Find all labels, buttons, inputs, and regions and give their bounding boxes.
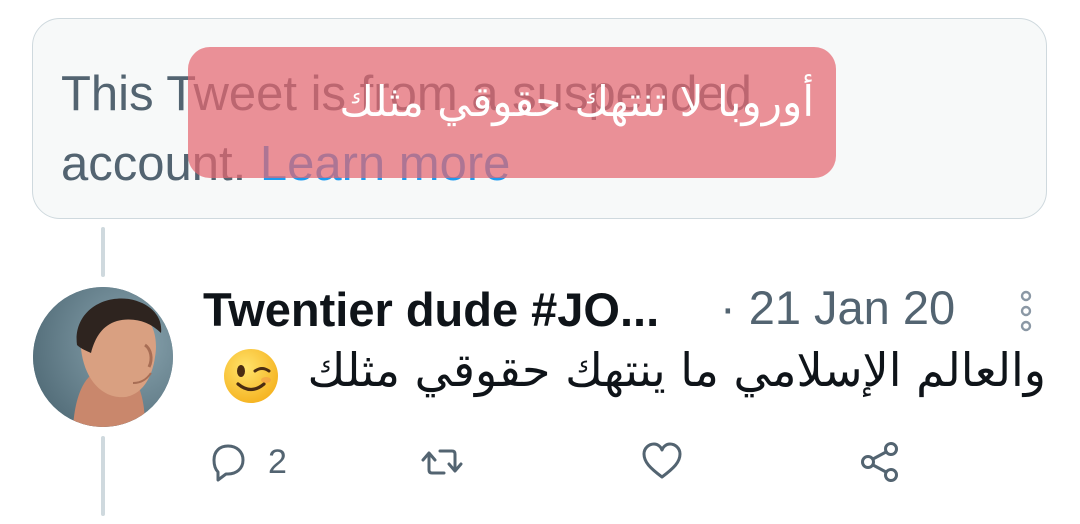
author-name[interactable]: Twentier dude #JO...: [203, 282, 659, 337]
retweet-action[interactable]: [420, 437, 464, 487]
winking-face-icon: [224, 349, 278, 403]
reply-icon[interactable]: [206, 440, 250, 484]
thread-line-top: [101, 227, 105, 277]
heart-icon[interactable]: [640, 440, 684, 484]
tweet-text: والعالم الإسلامي ما ينتهك حقوقي مثلك: [307, 343, 1046, 397]
share-action[interactable]: [858, 437, 902, 487]
share-icon[interactable]: [858, 440, 902, 484]
reply-action[interactable]: 2: [206, 437, 287, 487]
translation-overlay: أوروبا لا تنتهك حقوقي مثلك: [188, 47, 836, 178]
overlay-text: أوروبا لا تنتهك حقوقي مثلك: [339, 77, 814, 126]
more-options-icon[interactable]: [1015, 289, 1037, 333]
reply-count: 2: [268, 442, 287, 481]
thread-line-bottom: [101, 436, 105, 516]
retweet-icon[interactable]: [420, 440, 464, 484]
avatar[interactable]: [33, 287, 173, 427]
tweet-date[interactable]: · 21 Jan 20: [720, 280, 955, 335]
like-action[interactable]: [640, 437, 684, 487]
avatar-portrait-icon: [33, 287, 173, 427]
